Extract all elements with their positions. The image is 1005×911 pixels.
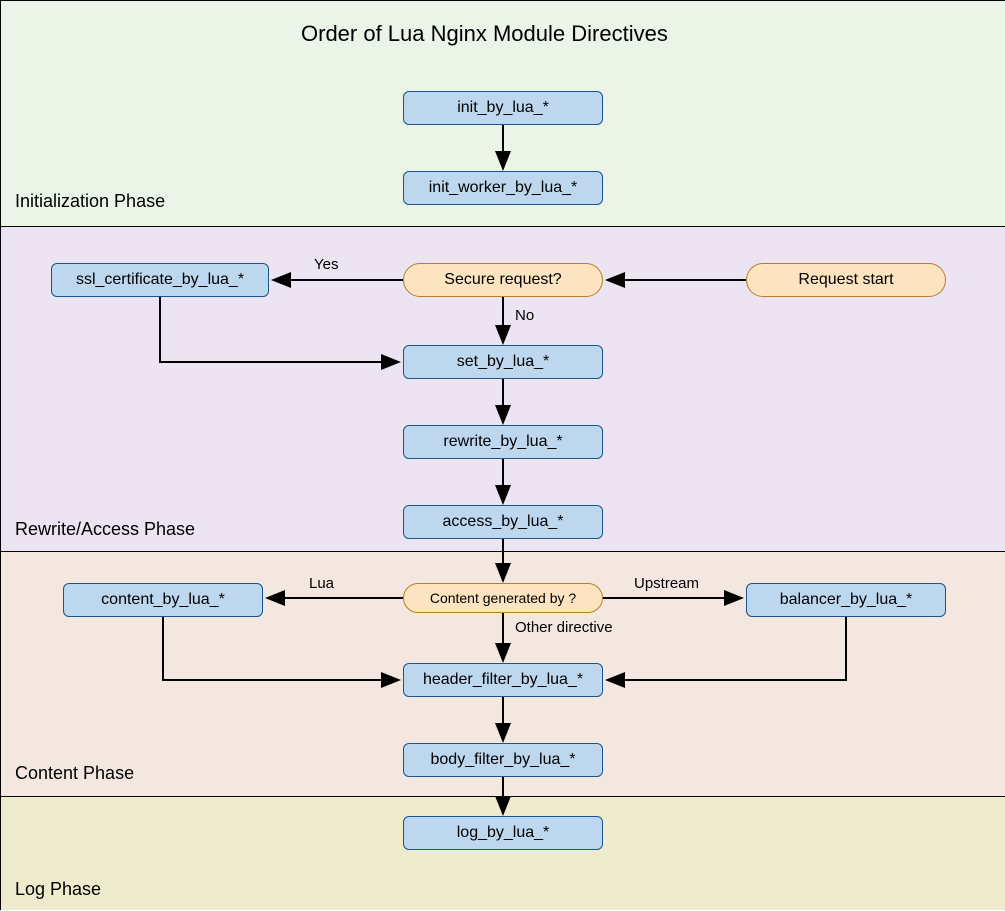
- diagram-title: Order of Lua Nginx Module Directives: [301, 21, 668, 47]
- diagram-root: Order of Lua Nginx Module Directives Ini…: [0, 0, 1005, 910]
- node-balancer-by-lua: balancer_by_lua_*: [746, 583, 946, 617]
- node-content-generated-q: Content generated by ?: [403, 583, 603, 613]
- node-rewrite-by-lua: rewrite_by_lua_*: [403, 425, 603, 459]
- edge-label-other-directive: Other directive: [515, 619, 613, 636]
- edge-label-no: No: [515, 307, 534, 324]
- phase-label-log: Log Phase: [15, 879, 101, 900]
- edge-label-upstream: Upstream: [634, 575, 699, 592]
- node-access-by-lua: access_by_lua_*: [403, 505, 603, 539]
- phase-label-content: Content Phase: [15, 763, 134, 784]
- node-header-filter-by-lua: header_filter_by_lua_*: [403, 663, 603, 697]
- phase-label-init: Initialization Phase: [15, 191, 165, 212]
- node-set-by-lua: set_by_lua_*: [403, 345, 603, 379]
- node-init-by-lua: init_by_lua_*: [403, 91, 603, 125]
- phase-label-rewrite: Rewrite/Access Phase: [15, 519, 195, 540]
- edge-label-lua: Lua: [309, 575, 334, 592]
- phase-log: [1, 796, 1005, 910]
- node-log-by-lua: log_by_lua_*: [403, 816, 603, 850]
- node-request-start: Request start: [746, 263, 946, 297]
- node-content-by-lua: content_by_lua_*: [63, 583, 263, 617]
- node-secure-request-q: Secure request?: [403, 263, 603, 297]
- node-ssl-certificate-by-lua: ssl_certificate_by_lua_*: [51, 263, 269, 297]
- node-body-filter-by-lua: body_filter_by_lua_*: [403, 743, 603, 777]
- node-init-worker-by-lua: init_worker_by_lua_*: [403, 171, 603, 205]
- edge-label-yes: Yes: [314, 256, 338, 273]
